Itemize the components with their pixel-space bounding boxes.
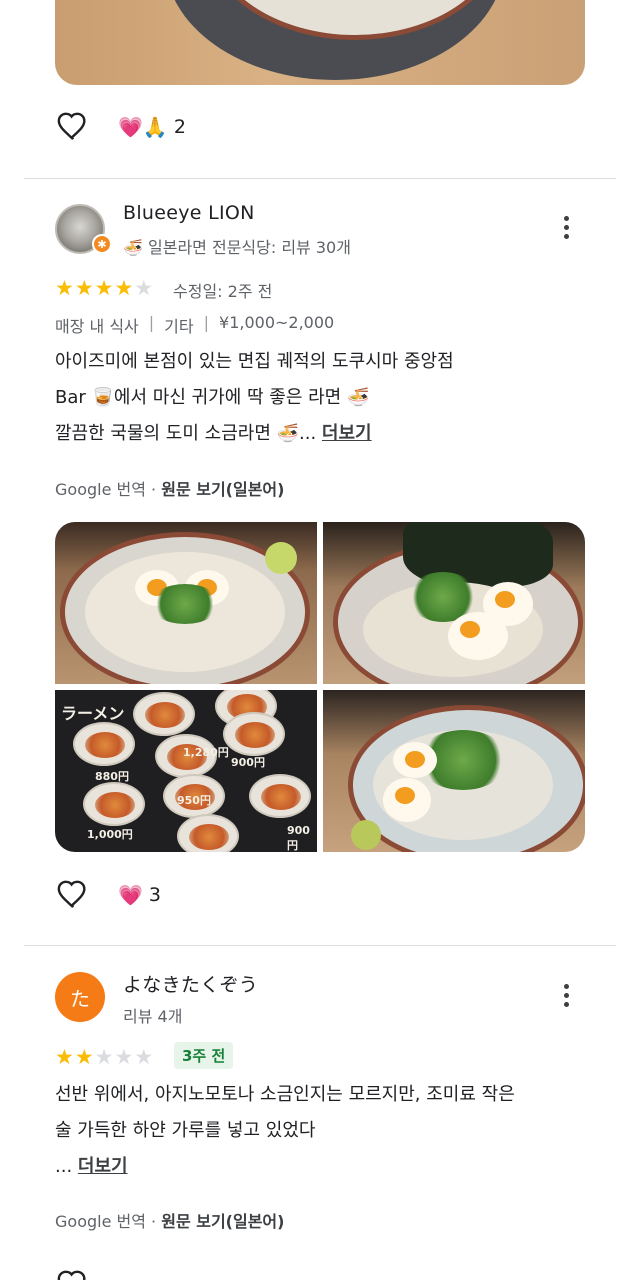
- view-original-link[interactable]: 원문 보기(일본어): [161, 480, 284, 499]
- tag-dine-in: 매장 내 식사: [55, 317, 139, 336]
- review-photo-2[interactable]: [323, 522, 585, 684]
- star-rating: ★ ★ ★ ★ ★: [55, 1046, 153, 1068]
- review-photo-4[interactable]: [323, 690, 585, 852]
- review-text-line: 아이즈미에 본점이 있는 면집 궤적의 도쿠시마 중앙점: [55, 351, 454, 372]
- heart-outline-icon[interactable]: [56, 878, 90, 912]
- review-photo-menu[interactable]: ラーメン 880円 1,280円 900円 950円 1,000円 900円: [55, 690, 317, 852]
- reviewer-name[interactable]: Blueeye LION: [123, 202, 255, 224]
- star-icon: ★: [114, 276, 134, 300]
- review-text-line: ... 더보기: [55, 1152, 128, 1178]
- star-icon: ★: [74, 276, 94, 300]
- menu-photo-text: 1,000円: [87, 828, 133, 841]
- previous-review-photo[interactable]: [55, 0, 585, 85]
- time-badge: 3주 전: [174, 1042, 234, 1069]
- reviewer-meta: 🍜 일본라면 전문식당: 리뷰 30개: [123, 238, 351, 257]
- review-text-truncated: 깔끔한 국물의 도미 소금라면 🍜...: [55, 423, 317, 444]
- translation-label: Google 번역 ·: [55, 480, 162, 499]
- read-more-link[interactable]: 더보기: [322, 423, 372, 444]
- tag-price: ¥1,000~2,000: [219, 313, 335, 332]
- more-options-button[interactable]: [556, 212, 576, 242]
- star-icon: ★: [114, 1045, 134, 1069]
- reviewer-meta: 리뷰 4개: [123, 1007, 183, 1026]
- heart-outline-icon[interactable]: [56, 110, 90, 144]
- local-guide-badge-icon: ✱: [92, 234, 112, 254]
- review-tags: 매장 내 식사 | 기타 | ¥1,000~2,000: [55, 313, 334, 337]
- star-icon: ★: [134, 1045, 154, 1069]
- reviewer-name[interactable]: よなきたくぞう: [123, 970, 258, 997]
- star-icon: ★: [94, 276, 114, 300]
- review-text-line: 술 가득한 하얀 가루를 넣고 있었다: [55, 1120, 316, 1141]
- review-text-line: Bar 🥃에서 마신 귀가에 딱 좋은 라면 🍜: [55, 387, 370, 408]
- star-icon: ★: [134, 276, 154, 300]
- avatar[interactable]: た: [55, 972, 105, 1022]
- edited-time: 수정일: 2주 전: [173, 282, 273, 301]
- menu-photo-text: 900円: [287, 824, 310, 852]
- heart-outline-icon[interactable]: [56, 1268, 90, 1280]
- menu-photo-text: 1,280円: [183, 746, 229, 759]
- review-text-line: 선반 위에서, 아지노모토나 소금인지는 모르지만, 조미료 작은: [55, 1084, 515, 1105]
- tag-separator: |: [148, 313, 155, 332]
- translation-label: Google 번역 ·: [55, 1212, 162, 1231]
- more-options-button[interactable]: [556, 980, 576, 1010]
- star-icon: ★: [94, 1045, 114, 1069]
- menu-photo-text: ラーメン: [61, 704, 125, 723]
- translation-note: Google 번역 · 원문 보기(일본어): [55, 476, 284, 500]
- star-icon: ★: [55, 276, 74, 300]
- review1-reactions: 💗 3: [56, 878, 161, 912]
- divider: [24, 945, 616, 946]
- previous-review-reactions: 💗🙏 2: [56, 110, 186, 144]
- read-more-link[interactable]: 더보기: [78, 1156, 128, 1177]
- star-icon: ★: [74, 1045, 94, 1069]
- divider: [24, 178, 616, 179]
- view-original-link[interactable]: 원문 보기(일본어): [161, 1212, 284, 1231]
- menu-photo-text: 900円: [231, 756, 265, 769]
- menu-photo-text: 950円: [177, 794, 211, 807]
- reaction-count: 3: [148, 884, 161, 906]
- review-text-line: 깔끔한 국물의 도미 소금라면 🍜... 더보기: [55, 419, 372, 445]
- review-text-ellipsis: ...: [55, 1156, 73, 1177]
- reaction-count: 2: [173, 116, 186, 138]
- review-photo-1[interactable]: [55, 522, 317, 684]
- star-icon: ★: [55, 1045, 74, 1069]
- translation-note: Google 번역 · 원문 보기(일본어): [55, 1208, 284, 1232]
- tag-other: 기타: [164, 317, 194, 336]
- reaction-emojis[interactable]: 💗🙏: [118, 115, 168, 139]
- tag-separator: |: [203, 313, 210, 332]
- reaction-emoji[interactable]: 💗: [118, 883, 143, 907]
- star-rating: ★ ★ ★ ★ ★: [55, 277, 153, 299]
